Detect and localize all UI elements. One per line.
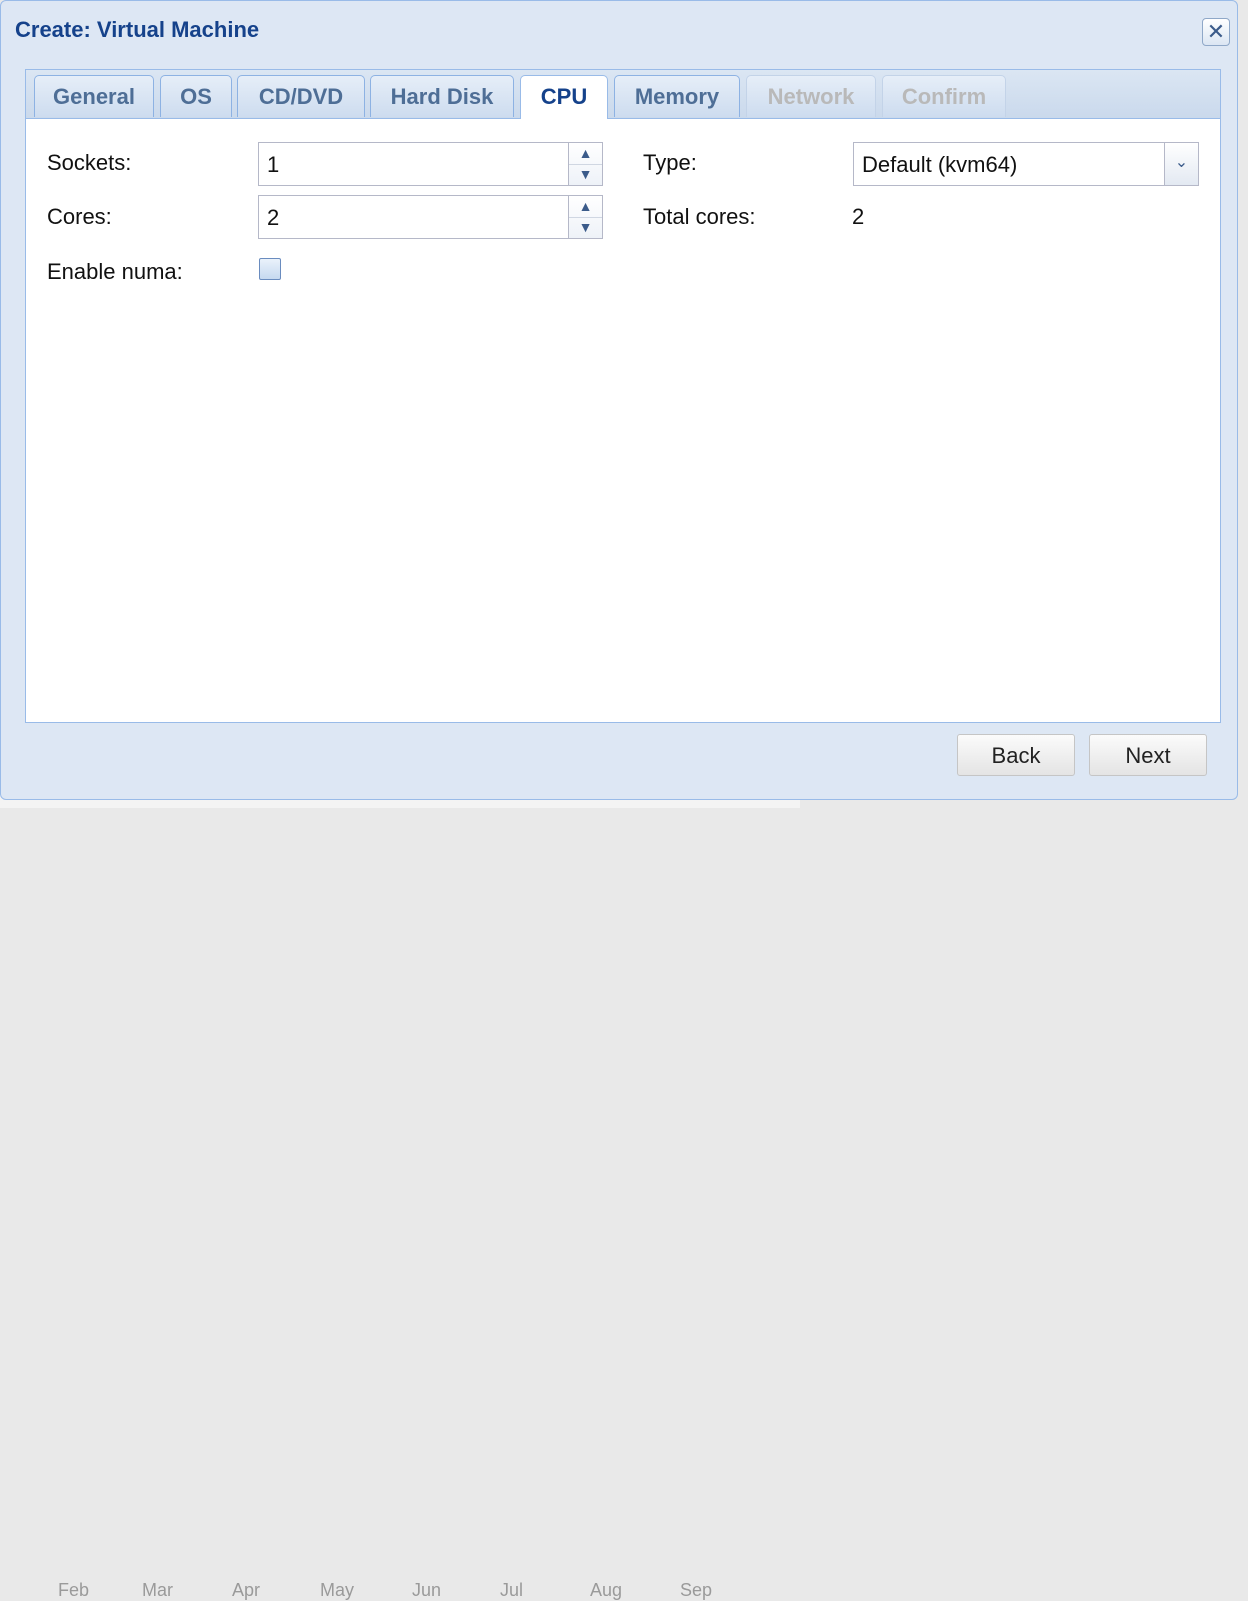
sockets-value[interactable]: 1: [267, 152, 279, 178]
background-axis-label: Sep: [680, 1580, 713, 1600]
type-label: Type:: [643, 150, 697, 175]
background-axis-label: May: [320, 1580, 355, 1600]
create-vm-dialog: Create: Virtual Machine ✕ General OS CD/…: [0, 0, 1238, 800]
background-axis-label: Mar: [142, 1580, 173, 1600]
spinner-down-icon[interactable]: ▼: [569, 217, 602, 238]
chevron-down-icon[interactable]: ⌄: [1164, 143, 1198, 185]
background-axis-label: Jun: [412, 1580, 442, 1600]
numa-label: Enable numa:: [47, 259, 183, 284]
sockets-spinner[interactable]: 1 ▲ ▼: [258, 142, 603, 186]
background-axis-label: Aug: [590, 1580, 623, 1600]
next-button[interactable]: Next: [1089, 734, 1207, 776]
spinner-down-icon[interactable]: ▼: [569, 164, 602, 185]
tab-confirm: Confirm: [882, 75, 1006, 117]
tab-memory[interactable]: Memory: [614, 75, 740, 117]
spinner-up-icon[interactable]: ▲: [569, 143, 602, 165]
close-icon: ✕: [1206, 19, 1226, 44]
tab-os[interactable]: OS: [160, 75, 232, 117]
close-button[interactable]: ✕: [1202, 18, 1230, 46]
tab-cpu[interactable]: CPU: [520, 75, 608, 119]
back-button[interactable]: Back: [957, 734, 1075, 776]
spinner-up-icon[interactable]: ▲: [569, 196, 602, 218]
total-cores-label: Total cores:: [643, 204, 756, 229]
cores-spinner-arrows: ▲ ▼: [568, 196, 602, 238]
background-axis-label: Apr: [232, 1580, 261, 1600]
background-axis-label: Jul: [500, 1580, 524, 1600]
cpu-type-select[interactable]: Default (kvm64) ⌄: [853, 142, 1199, 186]
tab-cd-dvd[interactable]: CD/DVD: [237, 75, 365, 117]
cpu-type-value[interactable]: Default (kvm64): [862, 152, 1017, 178]
tab-general[interactable]: General: [34, 75, 154, 117]
cores-value[interactable]: 2: [267, 205, 279, 231]
numa-checkbox[interactable]: [259, 258, 281, 280]
total-cores-value: 2: [852, 204, 865, 229]
dialog-title: Create: Virtual Machine: [15, 17, 260, 42]
tab-network: Network: [746, 75, 876, 117]
sockets-label: Sockets:: [47, 150, 132, 175]
cores-spinner[interactable]: 2 ▲ ▼: [258, 195, 603, 239]
tab-bar: General OS CD/DVD Hard Disk CPU Memory N…: [26, 70, 1220, 119]
tab-panel: General OS CD/DVD Hard Disk CPU Memory N…: [25, 69, 1221, 723]
background-axis-label: Feb: [58, 1580, 90, 1600]
cores-label: Cores:: [47, 204, 112, 229]
sockets-spinner-arrows: ▲ ▼: [568, 143, 602, 185]
tab-hard-disk[interactable]: Hard Disk: [370, 75, 514, 117]
